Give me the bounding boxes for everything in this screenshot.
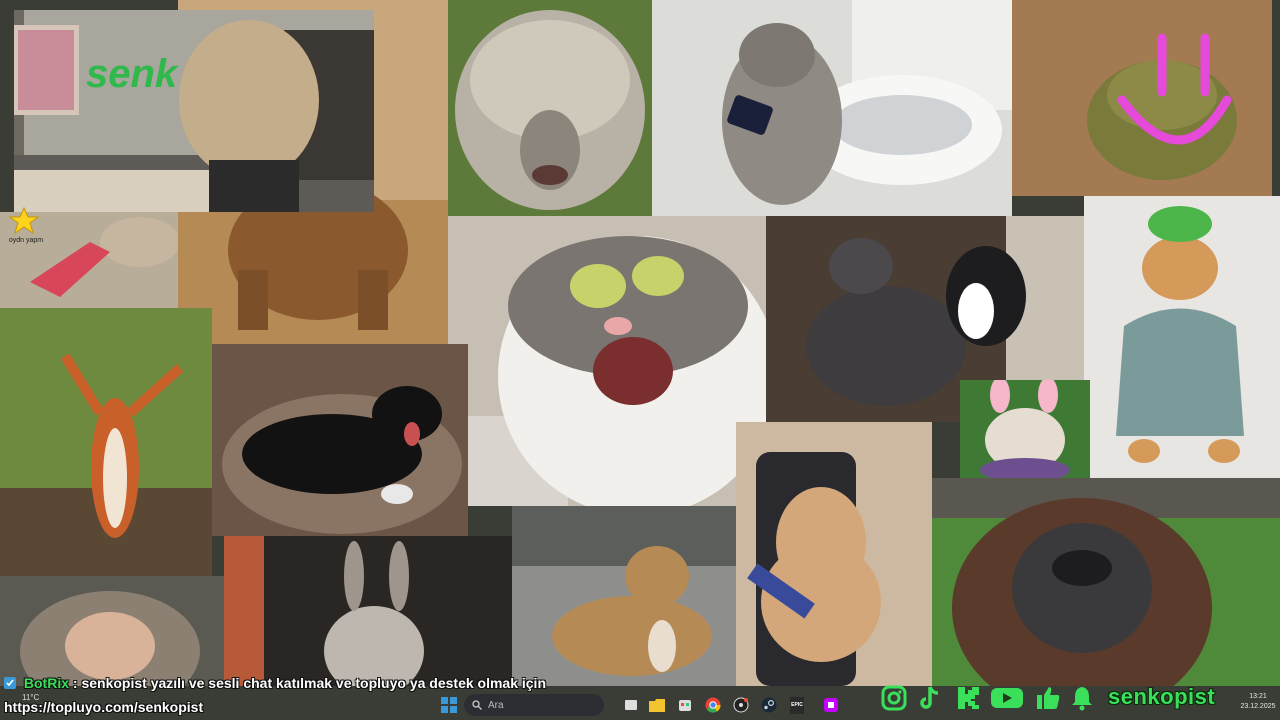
- street-dog-photo: [512, 506, 736, 686]
- store-icon[interactable]: [674, 694, 696, 716]
- star-overlay-label: oydn yapm: [8, 237, 44, 244]
- epic-games-icon[interactable]: EPIC: [786, 694, 808, 716]
- donkey-photo: [224, 536, 512, 686]
- cat-green-hat-photo: [1084, 196, 1280, 478]
- orangutan-photo: [932, 478, 1280, 686]
- monkey-photo: [0, 576, 224, 686]
- epic-games-label: EPIC: [790, 696, 804, 714]
- chat-username: BotRix: [23, 675, 70, 691]
- bot-icon: [4, 677, 16, 689]
- sheep-photo: [448, 0, 652, 216]
- star-icon: [8, 207, 40, 235]
- obs-icon[interactable]: [730, 694, 752, 716]
- webcam-sign: senk: [86, 52, 178, 96]
- steam-icon[interactable]: [758, 694, 780, 716]
- bell-icon: [1072, 687, 1092, 711]
- system-clock[interactable]: 13:21 23.12.2025: [1238, 692, 1278, 712]
- cat-toilet-photo: [652, 0, 1012, 216]
- squirrel-photo: [0, 308, 212, 576]
- black-dog-photo: [212, 344, 468, 536]
- bulldog-bunny-ears-photo: [960, 380, 1090, 478]
- chrome-icon[interactable]: [702, 694, 724, 716]
- like-icon: [1037, 687, 1060, 709]
- instagram-icon: [881, 685, 907, 711]
- gamer-cat-photo: [736, 422, 932, 686]
- kick-icon: [958, 687, 979, 709]
- webcam-feed: senk: [14, 10, 374, 212]
- channel-name: senkopist: [1108, 684, 1216, 709]
- twitch-icon[interactable]: [820, 694, 842, 716]
- start-icon[interactable]: [438, 694, 460, 716]
- weather-temperature: 11°C: [22, 693, 40, 702]
- task-view-icon[interactable]: [620, 694, 642, 716]
- clock-time: 13:21: [1249, 693, 1267, 700]
- search-icon: [472, 700, 482, 710]
- shocked-cat-photo: [448, 216, 766, 506]
- chat-text: : senkopist yazılı ve sesli chat katılma…: [72, 675, 546, 691]
- clock-date: 23.12.2025: [1240, 703, 1276, 710]
- search-placeholder: Ara: [488, 699, 504, 711]
- frog-photo: [1012, 0, 1272, 196]
- search-input[interactable]: Ara: [464, 694, 604, 716]
- file-explorer-icon[interactable]: [646, 694, 668, 716]
- taskbar: Ara EPIC: [434, 690, 864, 720]
- tiktok-icon: [920, 686, 939, 709]
- youtube-icon: [991, 688, 1023, 708]
